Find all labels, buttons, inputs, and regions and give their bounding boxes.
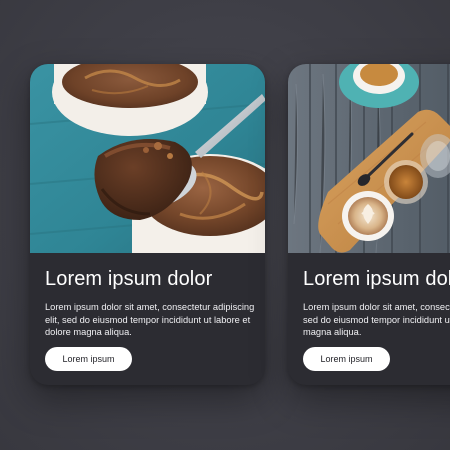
card-action-button[interactable]: Lorem ipsum xyxy=(303,347,390,371)
card-action-button[interactable]: Lorem ipsum xyxy=(45,347,132,371)
content-card: Lorem ipsum dolor Lorem ipsum dolor sit … xyxy=(30,64,265,385)
card-title: Lorem ipsum dolor xyxy=(303,268,450,290)
chocolate-dessert-image xyxy=(30,64,265,253)
card-description: Lorem ipsum dolor sit amet, consectetur … xyxy=(303,302,450,338)
card-title: Lorem ipsum dolor xyxy=(45,268,213,290)
card-carousel: Lorem ipsum dolor Lorem ipsum dolor sit … xyxy=(0,0,450,450)
card-description: Lorem ipsum dolor sit amet, consectetur … xyxy=(45,302,255,338)
content-card: Lorem ipsum dolor Lorem ipsum dolor sit … xyxy=(288,64,450,385)
coffee-tray-image xyxy=(288,64,450,253)
